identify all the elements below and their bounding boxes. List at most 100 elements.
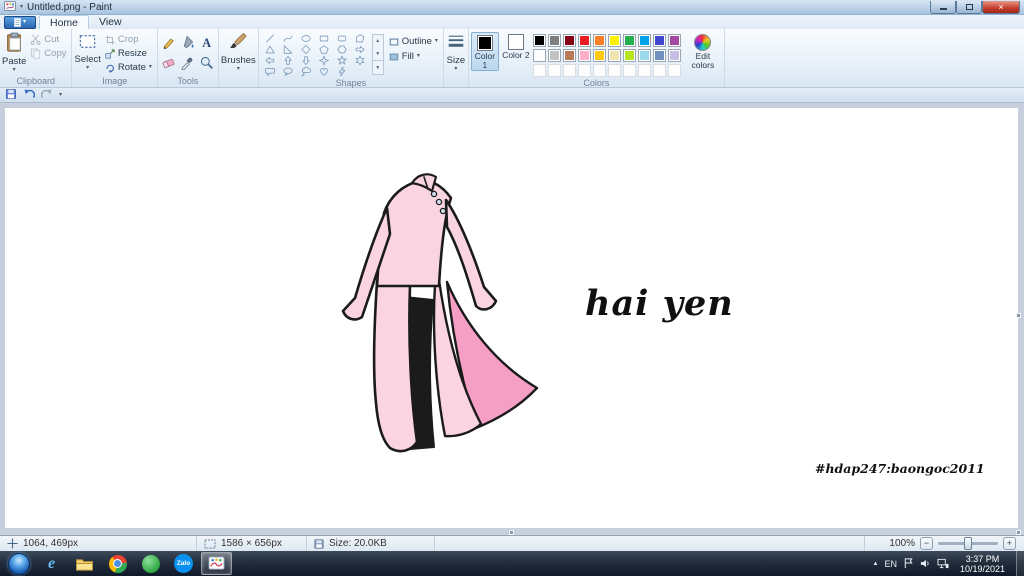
cut-button[interactable]: Cut	[27, 33, 69, 46]
zoom-slider-thumb[interactable]	[964, 537, 972, 550]
shapes-expand-icon[interactable]: ▼	[372, 60, 383, 74]
palette-swatch-empty[interactable]	[592, 64, 606, 77]
volume-icon[interactable]	[920, 558, 931, 569]
shape-rounded-rectangle[interactable]	[333, 33, 351, 44]
canvas-resize-handle-corner[interactable]	[1016, 530, 1021, 535]
internet-explorer-button[interactable]: e	[36, 552, 67, 575]
palette-swatch[interactable]	[607, 49, 621, 62]
shape-up-arrow[interactable]	[279, 55, 297, 66]
maximize-button[interactable]	[956, 0, 982, 14]
palette-swatch-empty[interactable]	[652, 64, 666, 77]
shape-down-arrow[interactable]	[297, 55, 315, 66]
resize-button[interactable]: Resize	[102, 47, 155, 60]
palette-swatch[interactable]	[652, 49, 666, 62]
eraser-tool[interactable]	[160, 53, 178, 72]
palette-swatch[interactable]	[667, 49, 681, 62]
application-menu-button[interactable]: ▾	[4, 16, 36, 29]
palette-swatch[interactable]	[547, 49, 561, 62]
palette-swatch[interactable]	[532, 49, 546, 62]
shape-oval-callout[interactable]	[279, 66, 297, 77]
copy-button[interactable]: Copy	[27, 47, 69, 60]
titlebar-dropdown-icon[interactable]: ▾	[20, 4, 23, 10]
palette-swatch[interactable]	[562, 49, 576, 62]
palette-swatch[interactable]	[592, 49, 606, 62]
shape-rounded-callout[interactable]	[261, 66, 279, 77]
start-button[interactable]	[3, 552, 34, 575]
palette-swatch-empty[interactable]	[532, 64, 546, 77]
chrome-button[interactable]	[102, 552, 133, 575]
save-button[interactable]	[5, 88, 17, 103]
palette-swatch[interactable]	[607, 34, 621, 47]
paste-button[interactable]: Paste ▾	[2, 31, 26, 75]
undo-button[interactable]	[23, 88, 36, 103]
palette-swatch[interactable]	[592, 34, 606, 47]
close-button[interactable]: ×	[982, 0, 1020, 14]
palette-swatch-empty[interactable]	[622, 64, 636, 77]
shape-five-point-star[interactable]	[333, 55, 351, 66]
network-icon[interactable]	[937, 558, 949, 569]
shape-cloud-callout[interactable]	[297, 66, 315, 77]
color1-button[interactable]: Color 1	[470, 32, 499, 71]
tray-expand-icon[interactable]: ▲	[872, 561, 878, 567]
zoom-in-button[interactable]: +	[1003, 537, 1016, 550]
palette-swatch[interactable]	[622, 34, 636, 47]
palette-swatch[interactable]	[637, 34, 651, 47]
taskbar-clock[interactable]: 3:37 PM 10/19/2021	[955, 554, 1010, 574]
shape-oval[interactable]	[297, 33, 315, 44]
color-picker-tool[interactable]	[179, 53, 197, 72]
show-desktop-button[interactable]	[1016, 551, 1024, 576]
shape-left-arrow[interactable]	[261, 55, 279, 66]
shapes-scroll-down-icon[interactable]: ▼	[373, 48, 383, 61]
minimize-button[interactable]	[930, 0, 956, 14]
palette-swatch[interactable]	[577, 49, 591, 62]
qat-customize-button[interactable]: ▾	[59, 92, 62, 98]
language-indicator[interactable]: EN	[884, 559, 897, 569]
palette-swatch[interactable]	[652, 34, 666, 47]
shape-right-arrow[interactable]	[351, 44, 369, 55]
palette-swatch[interactable]	[577, 34, 591, 47]
crop-button[interactable]: Crop	[102, 33, 155, 46]
palette-swatch[interactable]	[667, 34, 681, 47]
palette-swatch-empty[interactable]	[562, 64, 576, 77]
redo-button[interactable]	[40, 88, 53, 103]
brushes-button[interactable]: Brushes ▾	[221, 31, 256, 75]
tab-view[interactable]: View	[89, 15, 132, 29]
green-app-button[interactable]	[135, 552, 166, 575]
shapes-scroll-up-icon[interactable]: ▲	[373, 35, 383, 48]
shape-lightning[interactable]	[333, 66, 351, 77]
palette-swatch[interactable]	[622, 49, 636, 62]
shape-outline-button[interactable]: Outline ▾	[386, 35, 441, 48]
palette-swatch-empty[interactable]	[547, 64, 561, 77]
color2-button[interactable]: Color 2	[502, 32, 530, 60]
shape-curve[interactable]	[279, 33, 297, 44]
shape-rectangle[interactable]	[315, 33, 333, 44]
tab-home[interactable]: Home	[39, 15, 90, 29]
shape-pentagon[interactable]	[315, 44, 333, 55]
palette-swatch[interactable]	[547, 34, 561, 47]
shape-polygon[interactable]	[351, 33, 369, 44]
palette-swatch-empty[interactable]	[607, 64, 621, 77]
size-button[interactable]: Size ▾	[446, 31, 466, 75]
zalo-button[interactable]: Zalo	[168, 552, 199, 575]
fill-with-color-tool[interactable]	[179, 33, 197, 52]
shape-six-point-star[interactable]	[351, 55, 369, 66]
shape-hexagon[interactable]	[333, 44, 351, 55]
palette-swatch[interactable]	[562, 34, 576, 47]
shape-heart[interactable]	[315, 66, 333, 77]
zoom-out-button[interactable]: −	[920, 537, 933, 550]
shape-diamond[interactable]	[297, 44, 315, 55]
palette-swatch-empty[interactable]	[577, 64, 591, 77]
zoom-slider[interactable]	[938, 537, 998, 550]
magnifier-tool[interactable]	[198, 53, 216, 72]
canvas-resize-handle-bottom[interactable]	[509, 530, 514, 535]
select-button[interactable]: Select ▾	[74, 31, 101, 75]
palette-swatch-empty[interactable]	[637, 64, 651, 77]
action-center-flag-icon[interactable]	[903, 558, 914, 569]
shape-fill-button[interactable]: Fill ▾	[386, 50, 441, 63]
pencil-tool[interactable]	[160, 33, 178, 52]
canvas-resize-handle-right[interactable]	[1016, 313, 1021, 318]
drawing-canvas[interactable]: hai yen #hdap247:baongoc2011	[5, 108, 1018, 528]
paint-app-icon[interactable]	[4, 0, 16, 15]
palette-swatch-empty[interactable]	[667, 64, 681, 77]
palette-swatch[interactable]	[637, 49, 651, 62]
